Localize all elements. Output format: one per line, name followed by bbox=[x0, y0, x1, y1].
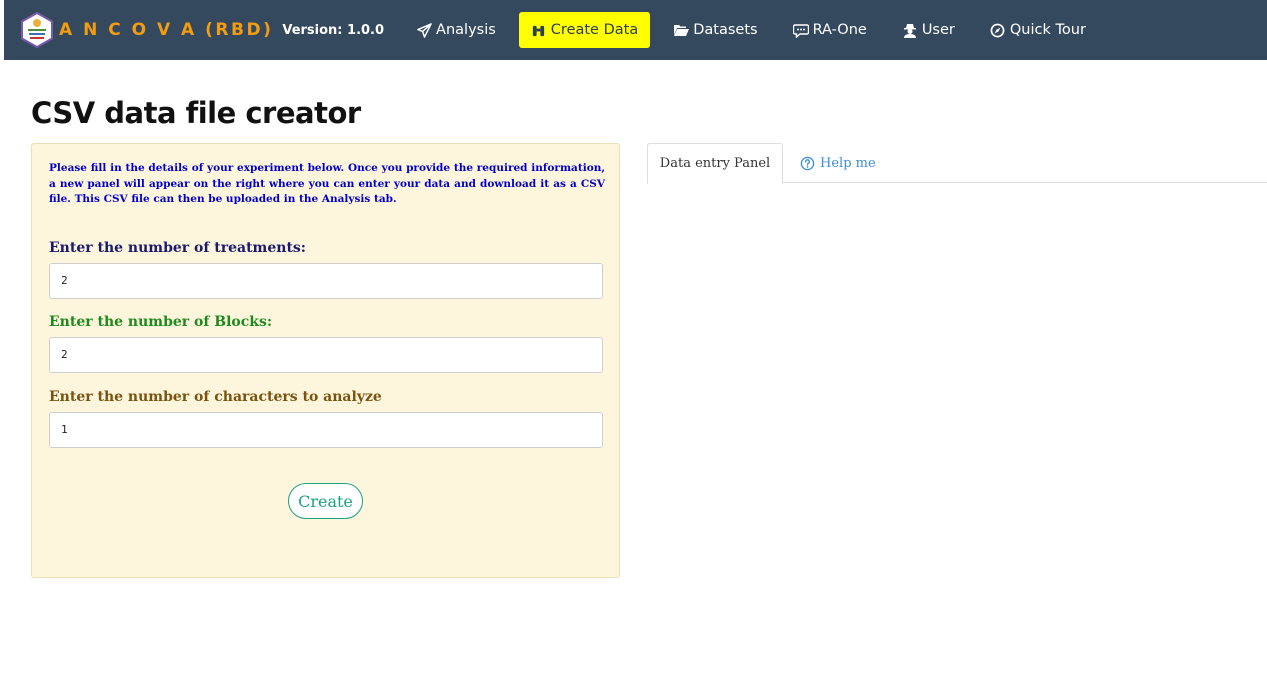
nav-item-user[interactable]: User bbox=[890, 12, 967, 48]
nav-label-quick-tour: Quick Tour bbox=[1009, 22, 1086, 38]
tab-data-entry-label: Data entry Panel bbox=[659, 156, 771, 171]
tab-help-label: Help me bbox=[820, 155, 876, 171]
right-tabset: Data entry Panel Help me bbox=[647, 143, 1267, 184]
blocks-label: Enter the number of Blocks: bbox=[49, 314, 273, 330]
data-creator-form-panel: Please fill in the details of your exper… bbox=[31, 143, 620, 578]
app-title: A N C O V A (RBD) bbox=[59, 20, 274, 40]
nav-item-analysis[interactable]: Analysis bbox=[404, 12, 508, 48]
nav-label-ra-one: RA-One bbox=[812, 22, 867, 38]
nav-label-analysis: Analysis bbox=[436, 22, 496, 38]
paper-plane-icon bbox=[416, 22, 432, 38]
brand[interactable]: A N C O V A (RBD) Version: 1.0.0 bbox=[19, 11, 385, 49]
app-logo bbox=[19, 11, 55, 49]
nav-menu: Analysis Create Data Datasets RA-One Use… bbox=[404, 12, 1109, 48]
nav-item-quick-tour[interactable]: Quick Tour bbox=[978, 12, 1098, 48]
nav-item-create-data[interactable]: Create Data bbox=[518, 12, 651, 48]
characters-label: Enter the number of characters to analyz… bbox=[49, 389, 382, 405]
folder-open-icon bbox=[673, 22, 690, 38]
nav-item-ra-one[interactable]: RA-One bbox=[781, 12, 879, 48]
nav-label-user: User bbox=[921, 22, 955, 38]
tab-help-me[interactable]: Help me bbox=[800, 143, 876, 183]
create-button[interactable]: Create bbox=[288, 483, 363, 519]
app-version: Version: 1.0.0 bbox=[282, 22, 385, 38]
question-circle-icon bbox=[800, 156, 815, 171]
form-instructions: Please fill in the details of your exper… bbox=[49, 162, 605, 205]
characters-input[interactable]: 1 bbox=[49, 412, 603, 448]
compass-icon bbox=[990, 22, 1006, 38]
treatments-label: Enter the number of treatments: bbox=[49, 240, 306, 256]
blocks-input[interactable]: 2 bbox=[49, 337, 603, 373]
nav-label-create-data: Create Data bbox=[550, 22, 639, 38]
top-navbar: A N C O V A (RBD) Version: 1.0.0 Analysi… bbox=[4, 0, 1267, 60]
chat-bubble-icon bbox=[792, 22, 809, 38]
treatments-input[interactable]: 2 bbox=[49, 263, 603, 299]
binoculars-icon bbox=[531, 22, 547, 38]
page-title: CSV data file creator bbox=[31, 96, 361, 130]
tab-data-entry-panel[interactable]: Data entry Panel bbox=[647, 143, 783, 184]
nav-label-datasets: Datasets bbox=[693, 22, 758, 38]
nav-item-datasets[interactable]: Datasets bbox=[661, 12, 769, 48]
user-secret-icon bbox=[902, 22, 918, 38]
